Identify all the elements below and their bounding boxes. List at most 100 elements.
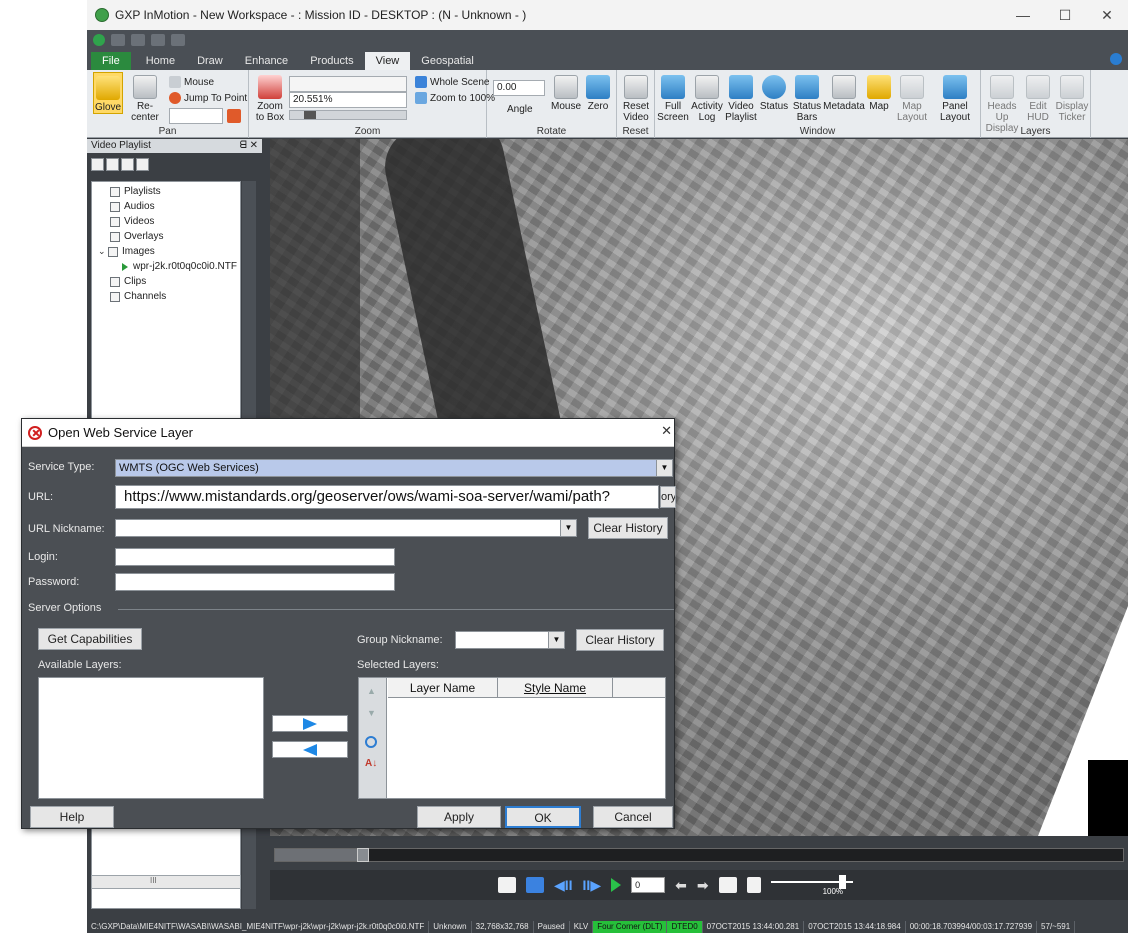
forward-arrow-button[interactable]: ➡ [697, 877, 709, 893]
full-screen-button[interactable]: Full Screen [657, 75, 689, 123]
mouse-pan-button[interactable]: Mouse [169, 76, 214, 88]
save-icon[interactable] [151, 34, 165, 46]
help-icon[interactable] [1110, 53, 1122, 65]
metadata-button[interactable]: Metadata [823, 75, 865, 112]
app-menu-icon[interactable] [93, 34, 105, 46]
glove-button[interactable]: Glove [93, 72, 123, 114]
get-capabilities-button[interactable]: Get Capabilities [38, 628, 142, 650]
recenter-button[interactable]: Re-center [125, 75, 165, 123]
ok-button[interactable]: OK [505, 806, 581, 828]
undo-icon[interactable] [111, 34, 125, 46]
status-button[interactable]: Status [759, 75, 789, 112]
stop-button[interactable] [526, 877, 544, 893]
status-bars-button[interactable]: Status Bars [791, 75, 823, 123]
zoom-to-box-button[interactable]: Zoom to Box [253, 75, 287, 123]
dropdown-arrow-icon[interactable]: ▼ [560, 520, 576, 536]
move-down-icon[interactable]: ▼ [367, 708, 376, 718]
move-up-icon[interactable]: ▲ [367, 686, 376, 696]
speaker-icon[interactable] [746, 877, 761, 893]
tab-products[interactable]: Products [299, 52, 364, 70]
tab-home[interactable]: Home [135, 52, 186, 70]
frame-number-input[interactable]: 0 [631, 877, 666, 893]
step-back-button[interactable]: ◀II [554, 877, 573, 893]
zoom-preset-dropdown[interactable] [289, 76, 407, 92]
tab-geospatial[interactable]: Geospatial [410, 52, 485, 70]
step-forward-button[interactable]: II▶ [583, 877, 602, 893]
tab-view[interactable]: View [364, 52, 411, 70]
tree-item-overlays[interactable]: Overlays [92, 229, 240, 244]
locate-icon[interactable] [227, 109, 241, 123]
dropdown-arrow-icon[interactable]: ▼ [548, 632, 564, 648]
scroll-thumb-grip[interactable]: III [150, 876, 157, 885]
save-playlist-icon[interactable] [121, 158, 134, 171]
close-button[interactable]: ✕ [1086, 0, 1128, 30]
jump-to-point-button[interactable]: Jump To Point [169, 92, 247, 104]
zoom-slider-thumb[interactable] [304, 111, 316, 119]
zoom-slider[interactable] [289, 110, 407, 120]
column-layer-name[interactable]: Layer Name [388, 678, 498, 697]
tree-item-clips[interactable]: Clips [92, 274, 240, 289]
rotate-zero-button[interactable]: Zero [583, 75, 613, 112]
rewind-arrow-button[interactable]: ⬅ [675, 877, 687, 893]
login-input[interactable] [115, 548, 395, 566]
group-nickname-select[interactable]: ▼ [455, 631, 565, 649]
loop-clip-icon[interactable] [498, 877, 516, 893]
tree-item-image-file[interactable]: wpr-j2k.r0t0q0c0i0.NTF [92, 259, 240, 274]
selected-layers-grid[interactable]: ▲ ▼ A↓ Layer Name Style Name [358, 677, 666, 799]
tab-draw[interactable]: Draw [186, 52, 234, 70]
dialog-close-button[interactable]: ✕ [661, 423, 672, 439]
volume-slider[interactable]: 100% [770, 875, 853, 896]
whole-scene-button[interactable]: Whole Scene [415, 76, 489, 88]
reset-video-button[interactable]: Reset Video [620, 75, 652, 123]
minimize-button[interactable]: — [1002, 0, 1044, 30]
apply-button[interactable]: Apply [417, 806, 501, 828]
video-playlist-button[interactable]: Video Playlist [725, 75, 757, 123]
column-style-name[interactable]: Style Name [498, 678, 613, 697]
zoom-value-field[interactable]: 20.551% [289, 92, 407, 108]
tree-item-playlists[interactable]: Playlists [92, 184, 240, 199]
panel-layout-button[interactable]: Panel Layout [935, 75, 975, 123]
tab-file[interactable]: File [91, 52, 131, 70]
playlist-horizontal-scrollbar[interactable]: III [91, 875, 241, 889]
edit-hud-button[interactable]: Edit HUD [1023, 75, 1053, 123]
dropdown-arrow-icon[interactable]: ▼ [656, 460, 672, 476]
panel-pin-close-icon[interactable]: ᗺ ✕ [240, 139, 258, 153]
jump-point-input[interactable] [169, 108, 223, 124]
service-type-select[interactable]: WMTS (OGC Web Services) ▼ [115, 459, 673, 477]
available-layers-list[interactable] [38, 677, 264, 799]
redo-icon[interactable] [131, 34, 145, 46]
search-icon[interactable] [365, 736, 377, 748]
activity-log-button[interactable]: Activity Log [691, 75, 723, 123]
tree-item-channels[interactable]: Channels [92, 289, 240, 304]
cancel-button[interactable]: Cancel [593, 806, 673, 828]
url-input[interactable]: https://www.mistandards.org/geoserver/ow… [115, 485, 659, 509]
export-playlist-icon[interactable] [136, 158, 149, 171]
map-layout-button[interactable]: Map Layout [893, 75, 931, 123]
angle-input[interactable]: 0.00 [493, 80, 545, 96]
open-folder-icon[interactable] [106, 158, 119, 171]
remove-layer-button[interactable] [272, 741, 348, 758]
group-clear-history-button[interactable]: Clear History [576, 629, 664, 651]
url-nickname-clear-history-button[interactable]: Clear History [588, 517, 668, 539]
sync-clip-icon[interactable] [718, 877, 737, 893]
rotate-mouse-button[interactable]: Mouse [551, 75, 581, 112]
display-ticker-button[interactable]: Display Ticker [1055, 75, 1089, 123]
tree-item-videos[interactable]: Videos [92, 214, 240, 229]
map-button[interactable]: Map [867, 75, 891, 112]
zoom-to-100-button[interactable]: Zoom to 100% [415, 92, 495, 104]
new-playlist-icon[interactable] [91, 158, 104, 171]
tab-enhance[interactable]: Enhance [234, 52, 299, 70]
expand-chevron-icon[interactable]: ⌄ [98, 244, 108, 259]
tree-item-images[interactable]: ⌄ Images [92, 244, 240, 259]
customize-toolbar-icon[interactable] [171, 34, 185, 46]
sort-az-icon[interactable]: A↓ [365, 758, 377, 769]
help-button[interactable]: Help [30, 806, 114, 828]
timeline-track[interactable] [274, 848, 1124, 862]
password-input[interactable] [115, 573, 395, 591]
timeline-scrubber[interactable] [357, 848, 369, 862]
maximize-button[interactable]: ☐ [1044, 0, 1086, 30]
url-nickname-select[interactable]: ▼ [115, 519, 577, 537]
add-layer-button[interactable] [272, 715, 348, 732]
tree-item-audios[interactable]: Audios [92, 199, 240, 214]
play-button[interactable] [611, 878, 622, 892]
